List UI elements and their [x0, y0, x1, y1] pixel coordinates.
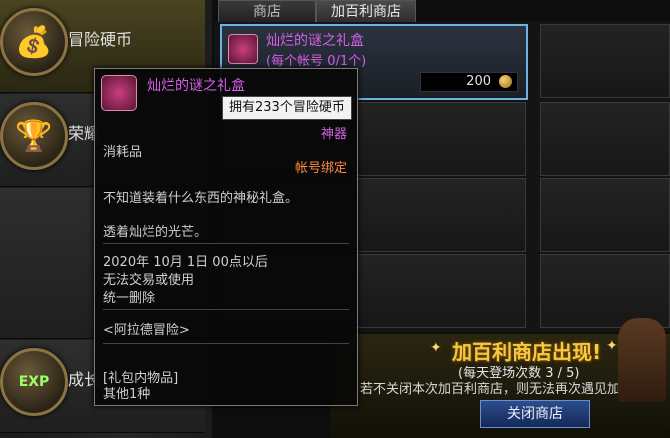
divider [103, 343, 349, 344]
item-name: 灿烂的谜之礼盒 [266, 33, 364, 49]
sparkle-icon: ✦ [606, 338, 618, 354]
tooltip-expiry: 无法交易或使用 [103, 273, 195, 288]
tab-gabriel-shop[interactable]: 加百利商店 [316, 0, 416, 24]
shop-item-slot-empty[interactable] [540, 102, 670, 176]
divider [103, 309, 349, 310]
price-box: 200 [420, 72, 518, 92]
sparkle-icon: ✦ [430, 340, 442, 356]
tooltip-binding: 帐号绑定 [294, 161, 347, 176]
trophy-cup-icon: 🏆 [0, 102, 68, 170]
tooltip-expiry: 统一删除 [103, 291, 156, 306]
gabriel-banner: ✦ ✦ 加百利商店出现! (每天登场次数 3 / 5) 若不关闭本次加百利商店，… [330, 318, 670, 438]
shop-item-slot-empty[interactable] [540, 254, 670, 328]
coin-icon [499, 75, 512, 88]
tooltip-expiry: 2020年 10月 1日 00点以后 [103, 255, 268, 270]
close-shop-button[interactable]: 关闭商店 [480, 400, 590, 428]
merchant-character-portrait [618, 318, 666, 402]
treasure-chest-icon: 💰 [0, 8, 68, 76]
banner-note: 若不关闭本次加百利商店，则无法再次遇见加百 [360, 382, 634, 397]
tooltip-rarity: 神器 [320, 127, 347, 142]
shop-item-slot-empty[interactable] [540, 24, 670, 98]
item-price: 200 [466, 74, 491, 89]
tooltip-desc: 不知道装着什么东西的神秘礼盒。 [103, 191, 299, 206]
tooltip-source: <阿拉德冒险> [103, 323, 190, 338]
category-label: 冒险硬币 [68, 30, 133, 49]
tooltip-desc: 透着灿烂的光芒。 [103, 225, 208, 240]
gift-box-icon [101, 75, 137, 111]
item-limit: (每个帐号 0/1个) [266, 54, 367, 69]
coin-count-hint: 拥有233个冒险硬币 [222, 96, 352, 120]
tab-shop[interactable]: 商店 [218, 0, 316, 24]
shop-item-slot-empty[interactable] [540, 178, 670, 252]
exp-capsule-icon: EXP [0, 348, 68, 416]
divider [103, 243, 349, 244]
tooltip-type: 消耗品 [103, 145, 143, 160]
banner-title: 加百利商店出现! [452, 340, 602, 364]
tooltip-title: 灿烂的谜之礼盒 [147, 78, 245, 94]
gift-box-icon [228, 34, 258, 64]
tooltip-contents-value: 其他1种 [103, 387, 151, 402]
